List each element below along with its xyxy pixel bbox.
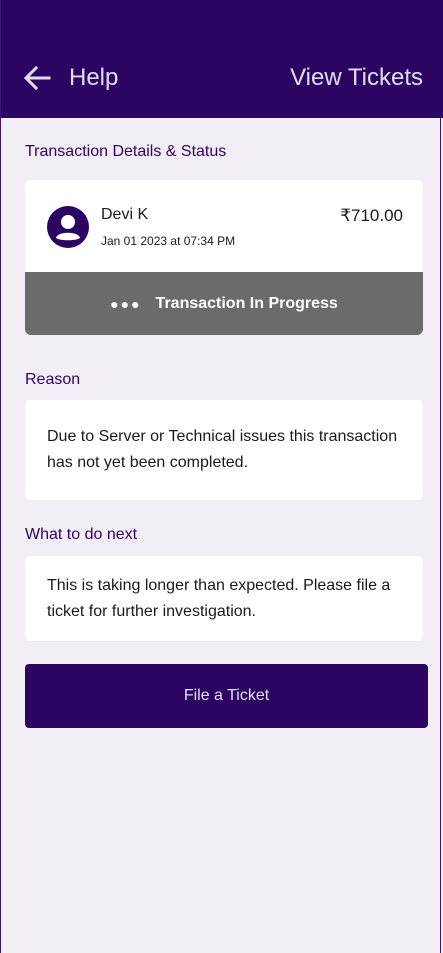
transaction-amount: ₹710.00 — [340, 206, 403, 225]
transaction-status-bar: ●●● Transaction In Progress — [25, 272, 423, 335]
next-steps-card: This is taking longer than expected. Ple… — [25, 556, 423, 641]
transaction-section-label: Transaction Details & Status — [25, 143, 227, 160]
next-steps-text: This is taking longer than expected. Ple… — [47, 576, 391, 620]
page-title: Help — [69, 64, 119, 91]
next-steps-section-label: What to do next — [25, 526, 138, 543]
back-arrow-icon[interactable] — [23, 64, 51, 92]
reason-card: Due to Server or Technical issues this t… — [25, 400, 423, 500]
avatar-icon — [47, 206, 89, 248]
transaction-card: Devi K Jan 01 2023 at 07:34 PM ₹710.00 ●… — [25, 180, 423, 335]
view-tickets-button[interactable]: View Tickets — [290, 63, 423, 93]
app-frame: Help View Tickets Transaction Details & … — [0, 0, 443, 953]
transaction-date: Jan 01 2023 at 07:34 PM — [101, 234, 236, 248]
reason-section-label: Reason — [25, 371, 81, 388]
reason-text: Due to Server or Technical issues this t… — [47, 428, 398, 471]
payee-name: Devi K — [101, 206, 149, 223]
status-text: Transaction In Progress — [155, 294, 338, 312]
dots-icon: ●●● — [110, 295, 142, 312]
file-ticket-button[interactable]: File a Ticket — [25, 664, 428, 728]
app-bar: Help View Tickets — [1, 0, 443, 118]
